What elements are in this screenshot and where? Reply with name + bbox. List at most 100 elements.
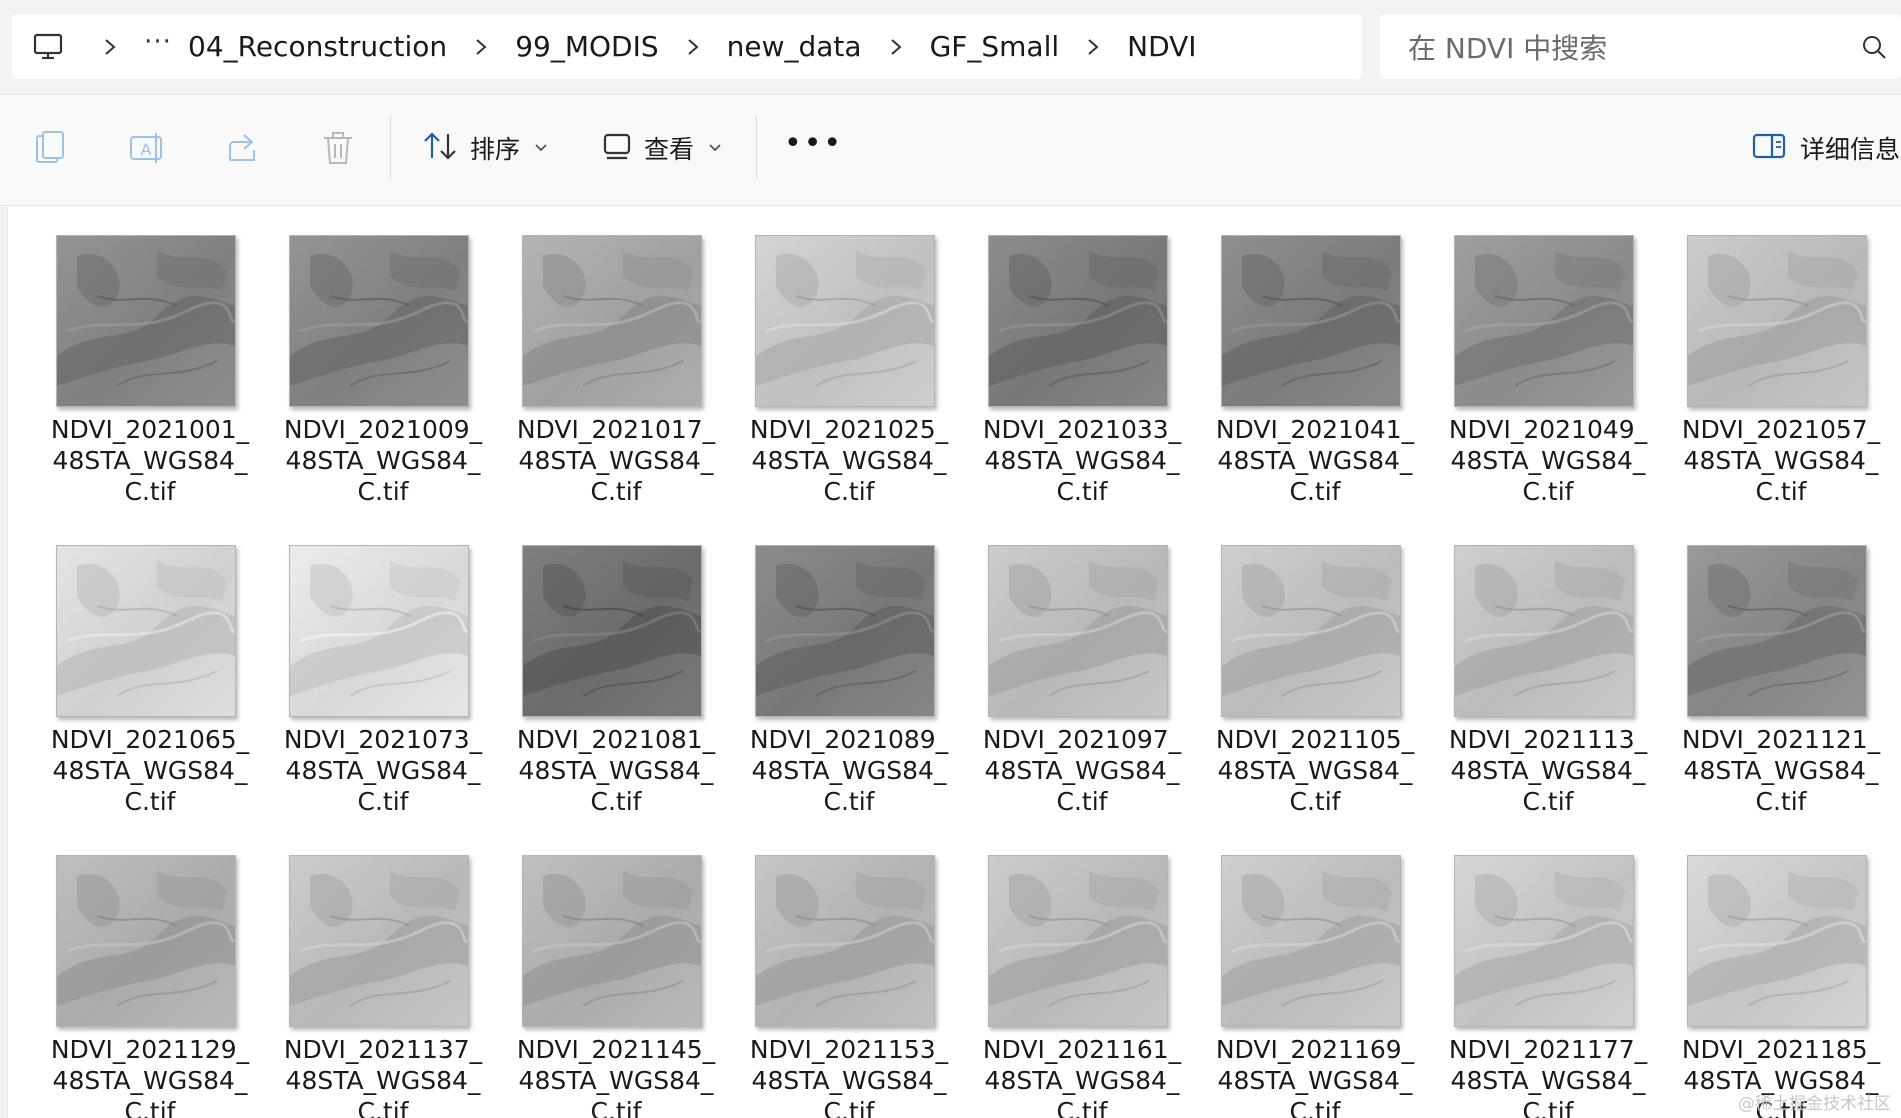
file-item[interactable]: NDVI_2021129_48STA_WGS84_C.tif — [50, 855, 250, 1118]
file-item[interactable]: NDVI_2021169_48STA_WGS84_C.tif — [1215, 855, 1415, 1118]
file-thumbnail[interactable] — [988, 545, 1168, 717]
file-item[interactable]: NDVI_2021009_48STA_WGS84_C.tif — [283, 235, 483, 507]
file-name: NDVI_2021089_48STA_WGS84_C.tif — [749, 725, 949, 816]
file-thumbnail[interactable] — [1221, 855, 1401, 1027]
file-name: NDVI_2021073_48STA_WGS84_C.tif — [283, 725, 483, 816]
file-thumbnail[interactable] — [1454, 235, 1634, 407]
file-thumbnail[interactable] — [1687, 235, 1867, 407]
file-name: NDVI_2021049_48STA_WGS84_C.tif — [1448, 415, 1648, 506]
view-button[interactable]: 查看 — [602, 123, 722, 173]
file-item[interactable]: NDVI_2021145_48STA_WGS84_C.tif — [516, 855, 716, 1118]
file-item[interactable]: NDVI_2021177_48STA_WGS84_C.tif — [1448, 855, 1648, 1118]
delete-icon[interactable] — [316, 126, 360, 170]
file-name: NDVI_2021081_48STA_WGS84_C.tif — [516, 725, 716, 816]
file-thumbnail[interactable] — [1221, 235, 1401, 407]
file-name: NDVI_2021177_48STA_WGS84_C.tif — [1448, 1035, 1648, 1118]
file-name: NDVI_2021145_48STA_WGS84_C.tif — [516, 1035, 716, 1118]
file-item[interactable]: NDVI_2021025_48STA_WGS84_C.tif — [749, 235, 949, 507]
file-thumbnail[interactable] — [522, 235, 702, 407]
address-bar[interactable]: ··· 04_Reconstruction 99_MODIS new_data … — [12, 14, 1362, 79]
breadcrumb-item-04-reconstruction[interactable]: 04_Reconstruction — [180, 30, 455, 63]
file-thumbnail[interactable] — [522, 855, 702, 1027]
chevron-down-icon — [708, 143, 722, 153]
file-name: NDVI_2021017_48STA_WGS84_C.tif — [516, 415, 716, 506]
file-item[interactable]: NDVI_2021065_48STA_WGS84_C.tif — [50, 545, 250, 817]
navigation-pane-edge[interactable] — [0, 207, 8, 1118]
search-input[interactable]: 在 NDVI 中搜索 — [1380, 27, 1861, 67]
file-thumbnail[interactable] — [289, 545, 469, 717]
file-thumbnail[interactable] — [755, 545, 935, 717]
file-item[interactable]: NDVI_2021081_48STA_WGS84_C.tif — [516, 545, 716, 817]
sort-label: 排序 — [470, 135, 521, 164]
rename-icon[interactable]: A — [124, 126, 168, 170]
watermark: @稀土掘金技术社区 — [1738, 1094, 1891, 1114]
file-thumbnail[interactable] — [1454, 855, 1634, 1027]
address-bar-region: ··· 04_Reconstruction 99_MODIS new_data … — [0, 0, 1901, 95]
file-item[interactable]: NDVI_2021105_48STA_WGS84_C.tif — [1215, 545, 1415, 817]
file-thumbnail[interactable] — [1687, 855, 1867, 1027]
file-thumbnail[interactable] — [522, 545, 702, 717]
chevron-right-icon[interactable] — [1067, 38, 1119, 56]
file-thumbnail[interactable] — [988, 235, 1168, 407]
file-name: NDVI_2021009_48STA_WGS84_C.tif — [283, 415, 483, 506]
chevron-right-icon[interactable] — [455, 38, 507, 56]
chevron-right-icon[interactable] — [870, 38, 922, 56]
breadcrumb-overflow[interactable]: ··· — [136, 27, 180, 57]
view-label: 查看 — [644, 135, 695, 164]
file-thumbnail[interactable] — [56, 545, 236, 717]
file-thumbnail[interactable] — [1687, 545, 1867, 717]
file-thumbnail[interactable] — [755, 235, 935, 407]
breadcrumb-item-new-data[interactable]: new_data — [719, 30, 870, 63]
search-icon[interactable] — [1861, 27, 1901, 67]
breadcrumb-item-99-modis[interactable]: 99_MODIS — [507, 30, 666, 63]
details-label: 详细信息 — [1800, 135, 1901, 164]
more-options-button[interactable]: ••• — [784, 126, 843, 161]
file-thumbnail[interactable] — [755, 855, 935, 1027]
file-name: NDVI_2021097_48STA_WGS84_C.tif — [982, 725, 1182, 816]
file-item[interactable]: NDVI_2021121_48STA_WGS84_C.tif — [1681, 545, 1881, 817]
file-name: NDVI_2021129_48STA_WGS84_C.tif — [50, 1035, 250, 1118]
file-thumbnail[interactable] — [1221, 545, 1401, 717]
file-name: NDVI_2021121_48STA_WGS84_C.tif — [1681, 725, 1881, 816]
file-item[interactable]: NDVI_2021001_48STA_WGS84_C.tif — [50, 235, 250, 507]
file-thumbnail[interactable] — [56, 855, 236, 1027]
file-item[interactable]: NDVI_2021161_48STA_WGS84_C.tif — [982, 855, 1182, 1118]
file-item[interactable]: NDVI_2021017_48STA_WGS84_C.tif — [516, 235, 716, 507]
command-bar: A 排序 查看 ••• 详细信息 — [0, 96, 1901, 206]
file-thumbnail[interactable] — [289, 855, 469, 1027]
file-name: NDVI_2021033_48STA_WGS84_C.tif — [982, 415, 1182, 506]
computer-icon[interactable] — [12, 14, 84, 79]
file-thumbnail[interactable] — [56, 235, 236, 407]
file-item[interactable]: NDVI_2021057_48STA_WGS84_C.tif — [1681, 235, 1881, 507]
chevron-right-icon[interactable] — [84, 38, 136, 56]
file-item[interactable]: NDVI_2021113_48STA_WGS84_C.tif — [1448, 545, 1648, 817]
file-item[interactable]: NDVI_2021041_48STA_WGS84_C.tif — [1215, 235, 1415, 507]
breadcrumb-item-ndvi[interactable]: NDVI — [1119, 30, 1204, 63]
share-icon[interactable] — [220, 126, 264, 170]
file-thumbnail[interactable] — [289, 235, 469, 407]
toolbar-divider — [756, 116, 757, 178]
file-name: NDVI_2021041_48STA_WGS84_C.tif — [1215, 415, 1415, 506]
svg-text:A: A — [141, 140, 152, 159]
file-thumbnail[interactable] — [988, 855, 1168, 1027]
file-item[interactable]: NDVI_2021097_48STA_WGS84_C.tif — [982, 545, 1182, 817]
sort-button[interactable]: 排序 — [422, 123, 548, 173]
file-item[interactable]: NDVI_2021137_48STA_WGS84_C.tif — [283, 855, 483, 1118]
chevron-down-icon — [534, 143, 548, 153]
details-pane-button[interactable]: 详细信息 — [1752, 123, 1900, 173]
search-box[interactable]: 在 NDVI 中搜索 — [1380, 14, 1901, 79]
file-item[interactable]: NDVI_2021185_48STA_WGS84_C.tif — [1681, 855, 1881, 1118]
file-name: NDVI_2021161_48STA_WGS84_C.tif — [982, 1035, 1182, 1118]
details-pane-icon — [1752, 132, 1786, 164]
file-item[interactable]: NDVI_2021153_48STA_WGS84_C.tif — [749, 855, 949, 1118]
file-item[interactable]: NDVI_2021049_48STA_WGS84_C.tif — [1448, 235, 1648, 507]
file-name: NDVI_2021057_48STA_WGS84_C.tif — [1681, 415, 1881, 506]
file-thumbnail[interactable] — [1454, 545, 1634, 717]
copy-icon[interactable] — [28, 126, 72, 170]
file-item[interactable]: NDVI_2021033_48STA_WGS84_C.tif — [982, 235, 1182, 507]
file-item[interactable]: NDVI_2021089_48STA_WGS84_C.tif — [749, 545, 949, 817]
file-item[interactable]: NDVI_2021073_48STA_WGS84_C.tif — [283, 545, 483, 817]
view-icon — [602, 131, 632, 165]
breadcrumb-item-gf-small[interactable]: GF_Small — [922, 30, 1068, 63]
chevron-right-icon[interactable] — [667, 38, 719, 56]
